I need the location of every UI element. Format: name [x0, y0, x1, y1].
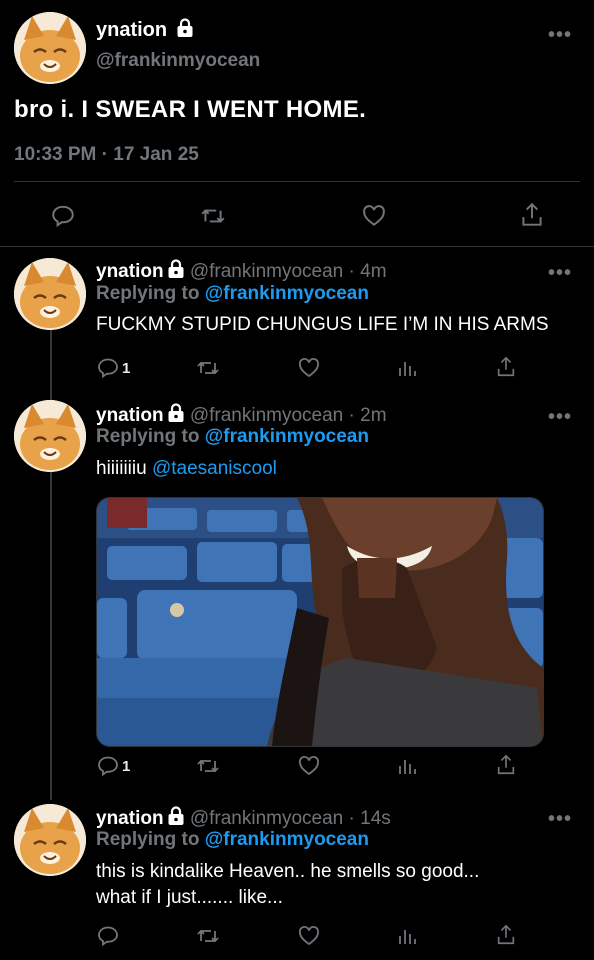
more-icon[interactable]: ••• — [548, 25, 572, 45]
reply-text: hiiiiiiiu @taesaniscool — [96, 456, 277, 482]
like-icon[interactable] — [360, 203, 388, 229]
handle[interactable]: @frankinmyocean — [190, 808, 343, 829]
display-name[interactable]: ynation — [96, 19, 167, 41]
replying-handle-link[interactable]: @frankinmyocean — [205, 283, 369, 304]
share-icon[interactable] — [495, 354, 517, 380]
display-name[interactable]: ynation — [96, 405, 164, 426]
avatar[interactable] — [14, 400, 86, 472]
analytics-icon[interactable] — [397, 754, 417, 778]
display-name[interactable]: ynation — [96, 808, 164, 829]
more-icon[interactable]: ••• — [548, 263, 572, 283]
timestamp[interactable]: 10:33 PM · 17 Jan 25 — [14, 144, 199, 166]
display-name[interactable]: ynation — [96, 261, 164, 282]
timestamp[interactable]: · 14s — [349, 808, 391, 829]
replying-label: Replying to — [96, 283, 200, 304]
reply-button[interactable]: 1 — [96, 356, 130, 380]
like-icon[interactable] — [296, 356, 322, 380]
lock-icon — [167, 259, 185, 285]
replying-label: Replying to — [96, 426, 200, 447]
more-icon[interactable]: ••• — [548, 809, 572, 829]
more-icon[interactable]: ••• — [548, 407, 572, 427]
handle[interactable]: @frankinmyocean — [190, 261, 343, 282]
timestamp[interactable]: · 4m — [349, 261, 387, 282]
tweet-text: bro i. I SWEAR I WENT HOME. — [14, 96, 367, 123]
replying-to: Replying to @frankinmyocean — [96, 283, 369, 305]
share-icon[interactable] — [495, 922, 517, 948]
divider — [14, 181, 580, 182]
analytics-icon[interactable] — [397, 356, 417, 380]
lock-icon — [176, 18, 194, 44]
reply-icon[interactable] — [50, 203, 76, 229]
replying-handle-link[interactable]: @frankinmyocean — [205, 829, 369, 850]
action-bar: 1 — [0, 352, 594, 392]
action-bar — [0, 920, 594, 960]
reply-icon[interactable] — [96, 924, 120, 948]
reply-text-body: hiiiiiiiu — [96, 458, 152, 479]
reply-count: 1 — [122, 757, 131, 775]
reply-icon[interactable] — [96, 356, 120, 380]
retweet-icon[interactable] — [200, 203, 226, 229]
analytics-icon[interactable] — [397, 924, 417, 948]
share-icon[interactable] — [495, 752, 517, 778]
replying-label: Replying to — [96, 829, 200, 850]
avatar[interactable] — [14, 804, 86, 876]
action-bar — [0, 195, 594, 235]
like-icon[interactable] — [296, 754, 322, 778]
reply-header: ynation @frankinmyocean · 4m — [96, 259, 387, 285]
timestamp[interactable]: · 2m — [349, 405, 387, 426]
stadium-photo — [97, 498, 543, 746]
display-name-row[interactable]: ynation — [96, 18, 194, 44]
handle[interactable]: @frankinmyocean — [190, 405, 343, 426]
replying-to: Replying to @frankinmyocean — [96, 829, 369, 851]
reply-count: 1 — [122, 359, 131, 377]
share-icon[interactable] — [519, 201, 545, 229]
replying-to: Replying to @frankinmyocean — [96, 426, 369, 448]
reply-icon[interactable] — [96, 754, 120, 778]
action-bar: 1 — [0, 750, 594, 790]
retweet-icon[interactable] — [196, 754, 220, 778]
avatar[interactable] — [14, 12, 86, 84]
mention-link[interactable]: @taesaniscool — [152, 458, 277, 479]
like-icon[interactable] — [296, 924, 322, 948]
retweet-icon[interactable] — [196, 924, 220, 948]
divider — [0, 246, 594, 247]
handle[interactable]: @frankinmyocean — [96, 50, 260, 72]
reply-text: this is kindalike Heaven.. he smells so … — [96, 859, 479, 911]
retweet-icon[interactable] — [196, 356, 220, 380]
reply-button[interactable]: 1 — [96, 754, 130, 778]
reply-text: FUCKMY STUPID CHUNGUS LIFE I’M IN HIS AR… — [96, 314, 549, 335]
media-gif[interactable] — [96, 497, 544, 747]
avatar[interactable] — [14, 258, 86, 330]
reply-text-line: this is kindalike Heaven.. he smells so … — [96, 861, 480, 882]
reply-text-line: what if I just....... like... — [96, 887, 283, 908]
replying-handle-link[interactable]: @frankinmyocean — [205, 426, 369, 447]
